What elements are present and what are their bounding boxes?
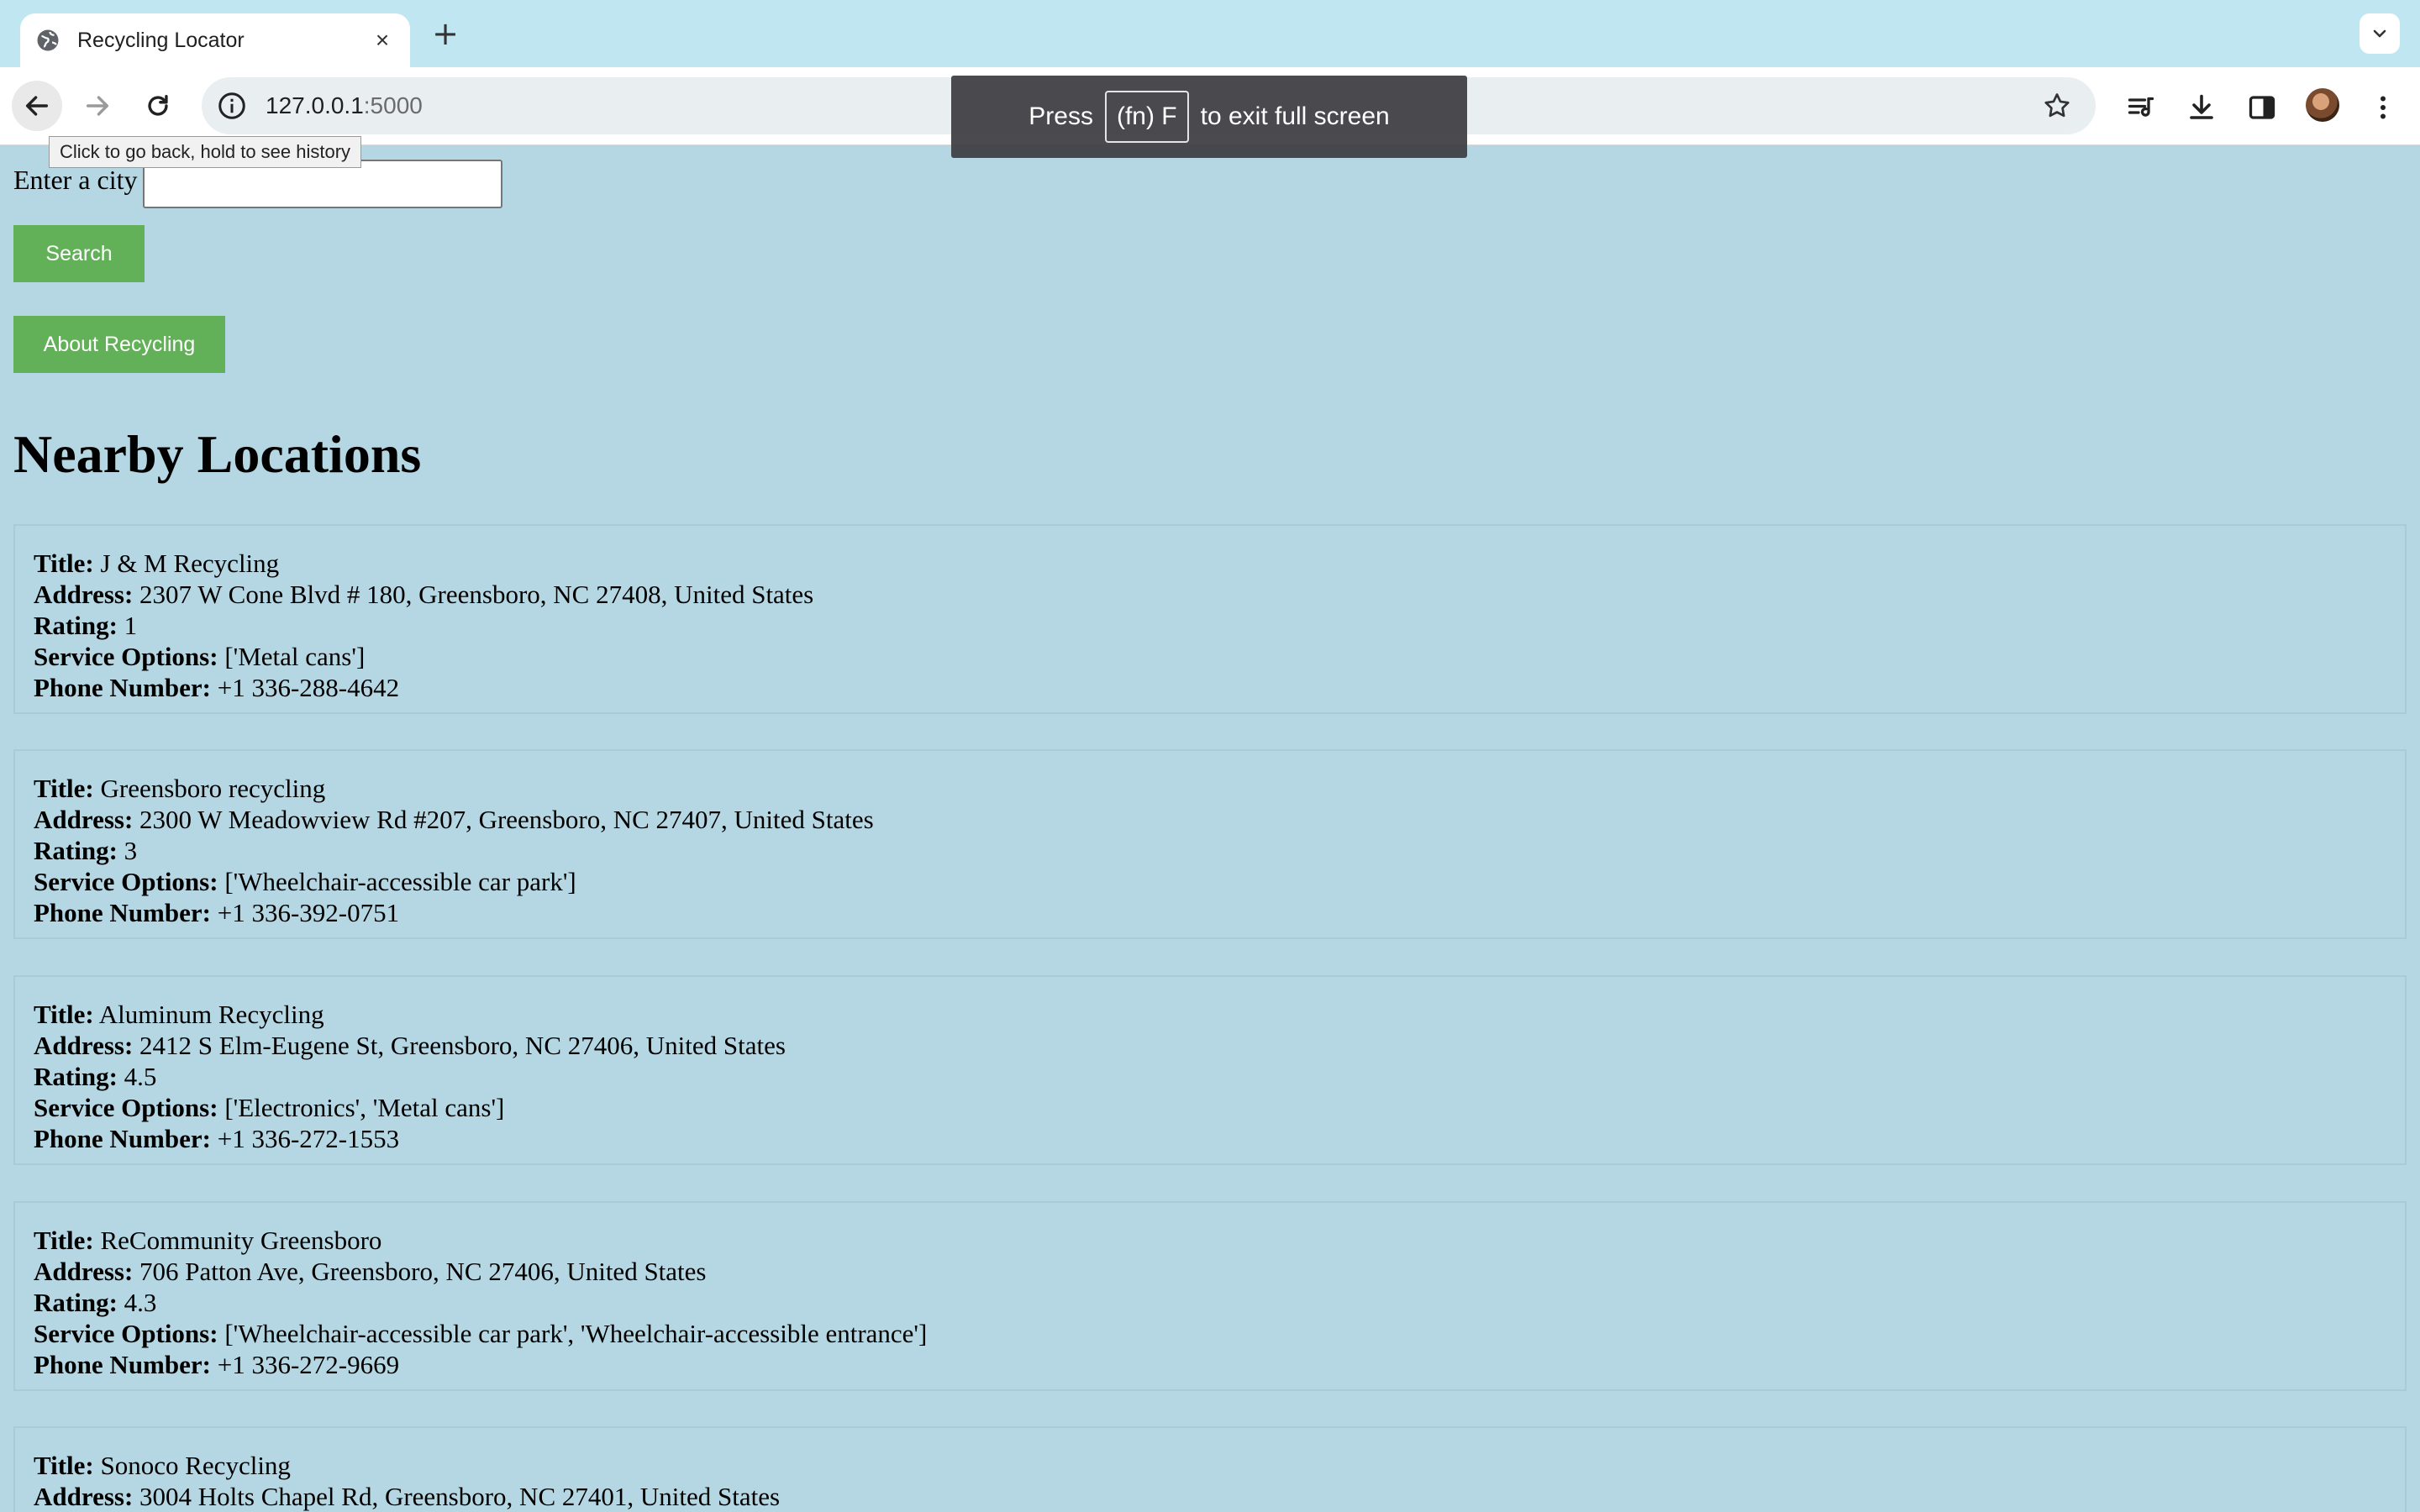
location-rating-row: Rating: 4.3	[34, 1288, 157, 1317]
back-button[interactable]	[12, 81, 62, 131]
fullscreen-exit-toast: Press (fn) F to exit full screen	[951, 76, 1467, 158]
url-text: 127.0.0.1:5000	[266, 92, 423, 118]
reload-button[interactable]	[133, 81, 183, 131]
location-card: Title: Greensboro recycling Address: 230…	[13, 749, 2407, 939]
location-title-row: Title: J & M Recycling	[34, 549, 280, 578]
arrow-left-icon	[25, 96, 49, 116]
profile-avatar[interactable]	[2306, 88, 2339, 122]
location-address-row: Address: 2307 W Cone Blvd # 180, Greensb…	[34, 580, 814, 609]
location-address-row: Address: 2412 S Elm-Eugene St, Greensbor…	[34, 1031, 786, 1060]
page-title: Nearby Locations	[13, 424, 422, 484]
location-services-row: Service Options: ['Metal cans']	[34, 642, 366, 671]
reload-icon	[148, 94, 168, 116]
menu-kebab-icon[interactable]	[2366, 91, 2400, 124]
location-title-row: Title: ReCommunity Greensboro	[34, 1226, 382, 1255]
site-info-icon[interactable]	[217, 91, 247, 121]
location-card: Title: J & M Recycling Address: 2307 W C…	[13, 524, 2407, 714]
back-button-tooltip: Click to go back, hold to see history	[49, 136, 362, 168]
location-services-row: Service Options: ['Wheelchair-accessible…	[34, 867, 576, 896]
location-rating-row: Rating: 1	[34, 611, 138, 640]
download-icon[interactable]	[2185, 91, 2218, 124]
toast-suffix-text: to exit full screen	[1200, 102, 1390, 130]
close-tab-icon[interactable]: ×	[370, 28, 395, 53]
location-title-row: Title: Greensboro recycling	[34, 774, 326, 803]
tab-strip: Recycling Locator × +	[0, 0, 2420, 67]
location-phone-row: Phone Number: +1 336-272-1553	[34, 1124, 400, 1153]
location-title-row: Title: Sonoco Recycling	[34, 1451, 291, 1480]
search-button[interactable]: Search	[13, 225, 145, 282]
chevron-down-icon	[2373, 29, 2386, 38]
location-card: Title: Sonoco Recycling Address: 3004 Ho…	[13, 1426, 2407, 1512]
about-recycling-button[interactable]: About Recycling	[13, 316, 225, 373]
reading-list-icon[interactable]	[2124, 91, 2158, 124]
toast-key: (fn) F	[1104, 91, 1189, 143]
location-card: Title: ReCommunity Greensboro Address: 7…	[13, 1201, 2407, 1391]
side-panel-icon[interactable]	[2245, 91, 2279, 124]
location-title-row: Title: Aluminum Recycling	[34, 1000, 324, 1029]
arrow-right-icon	[86, 96, 109, 116]
location-address-row: Address: 2300 W Meadowview Rd #207, Gree…	[34, 805, 874, 834]
toast-press-text: Press	[1028, 102, 1093, 130]
forward-button[interactable]	[72, 81, 123, 131]
location-phone-row: Phone Number: +1 336-272-9669	[34, 1350, 400, 1379]
city-label: Enter a city	[13, 165, 138, 195]
browser-tab[interactable]: Recycling Locator ×	[20, 13, 410, 67]
location-phone-row: Phone Number: +1 336-392-0751	[34, 898, 400, 927]
new-tab-icon[interactable]: +	[429, 17, 462, 50]
location-services-row: Service Options: ['Electronics', 'Metal …	[34, 1093, 505, 1122]
location-phone-row: Phone Number: +1 336-288-4642	[34, 673, 400, 702]
location-rating-row: Rating: 3	[34, 836, 138, 865]
location-address-row: Address: 706 Patton Ave, Greensboro, NC …	[34, 1257, 707, 1286]
tab-search-button[interactable]	[2360, 13, 2400, 54]
location-services-row: Service Options: ['Wheelchair-accessible…	[34, 1319, 928, 1348]
location-address-row: Address: 3004 Holts Chapel Rd, Greensbor…	[34, 1482, 781, 1511]
location-rating-row: Rating: 4.5	[34, 1062, 157, 1091]
globe-icon	[37, 29, 59, 51]
location-card: Title: Aluminum Recycling Address: 2412 …	[13, 975, 2407, 1165]
tab-title: Recycling Locator	[77, 28, 245, 52]
bookmark-star-icon[interactable]	[2042, 91, 2072, 121]
